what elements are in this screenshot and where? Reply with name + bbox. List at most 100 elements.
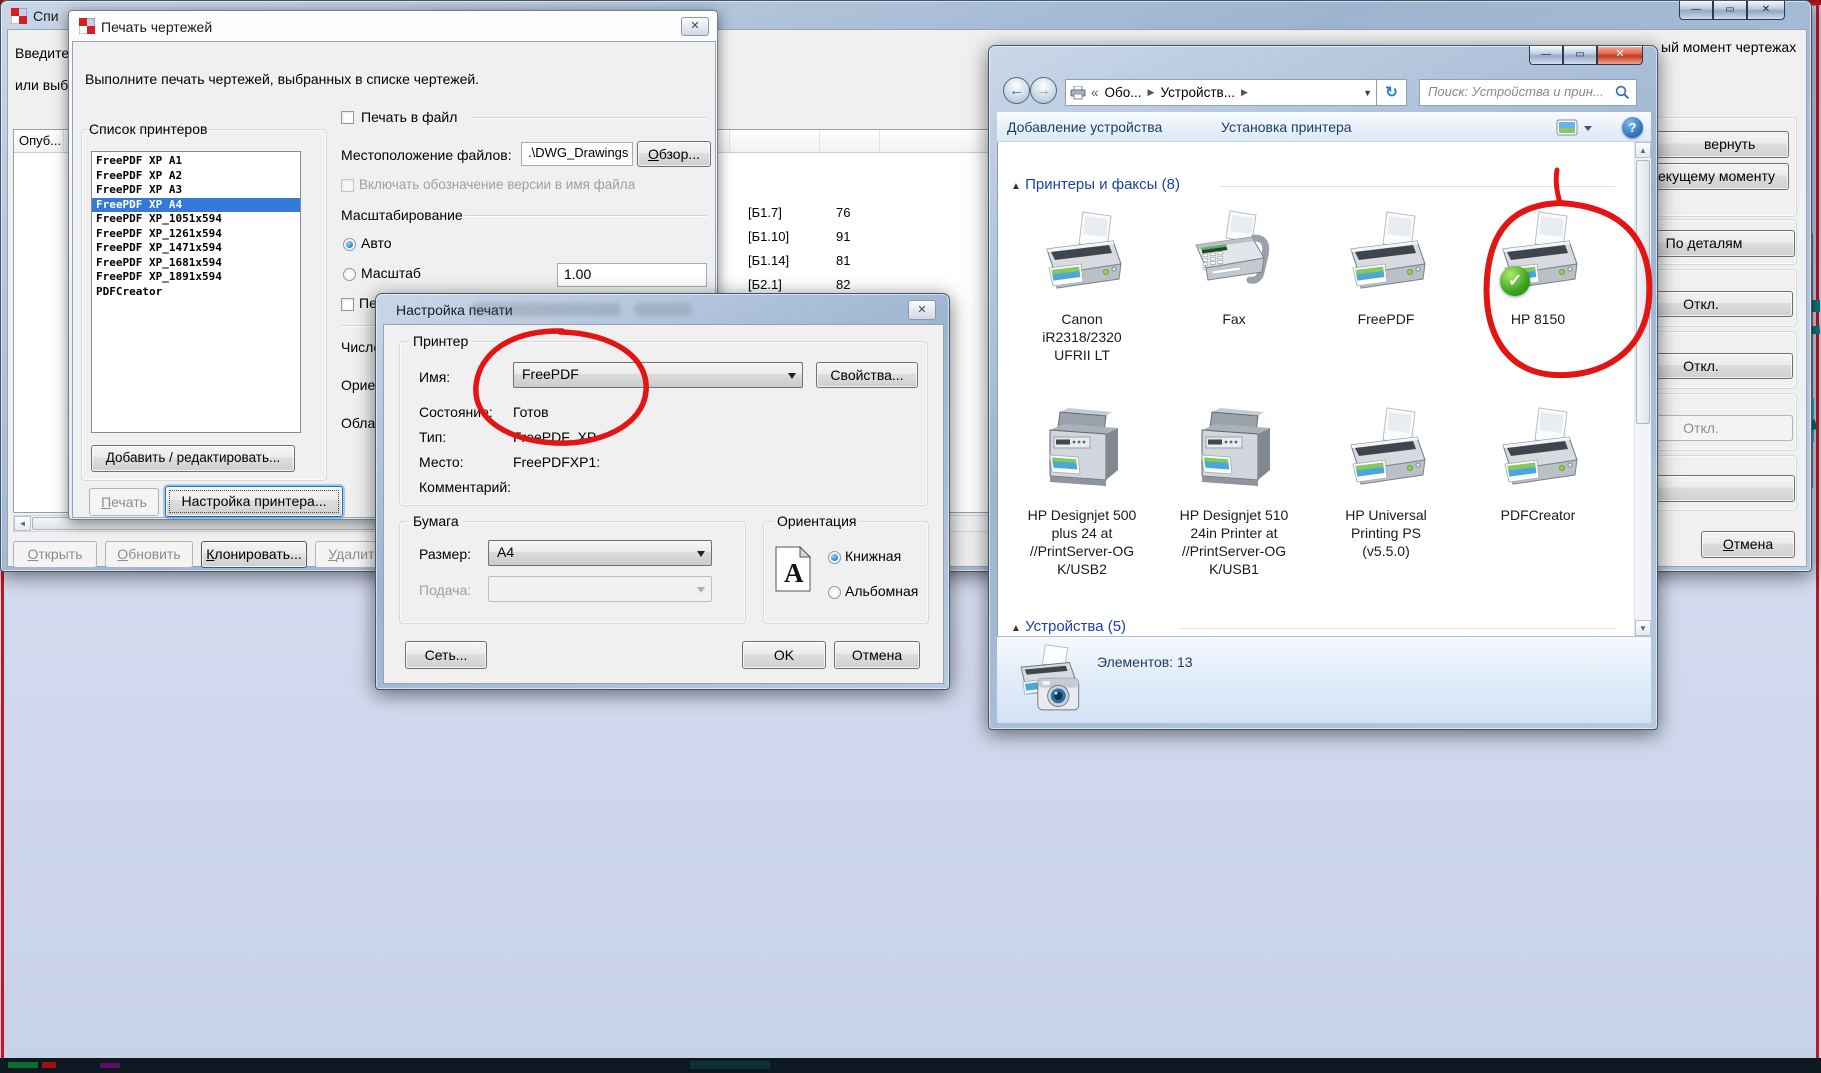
cancel-button[interactable]: Отмена [834,641,920,669]
landscape-label: Альбомная [845,583,918,599]
printer-list-item[interactable]: FreePDF XP A2 [92,169,300,184]
print-to-file-checkbox[interactable] [341,111,354,124]
scroll-down-arrow[interactable]: ▼ [1635,620,1651,636]
maximize-button[interactable]: ▭ [1713,1,1747,20]
printer-list-item[interactable]: FreePDF XP A4 [92,198,300,213]
blurred-text-behind-glass [634,303,692,316]
back-button[interactable]: ← [1003,77,1030,104]
column-header[interactable]: Опуб... [14,130,64,153]
scroll-up-arrow[interactable]: ▲ [1635,142,1651,158]
printer-list-item[interactable]: FreePDF XP A1 [92,154,300,169]
refresh-button[interactable]: Обновить [105,541,193,568]
device-item-hp-universal[interactable]: HP UniversalPrinting PS(v5.5.0) [1310,404,1462,560]
breadcrumb-arrow-icon[interactable]: ▶ [1148,87,1155,98]
forward-button[interactable]: → [1030,77,1057,104]
include-version-checkbox[interactable] [341,179,354,192]
open-button[interactable]: Открыть [13,541,97,568]
paper-size-combobox[interactable]: A4 [488,540,712,566]
breadcrumb[interactable]: « Обо... ▶ Устройств... ▶ ▼ [1065,79,1377,106]
install-printer-button[interactable]: Установка принтера [1221,119,1352,135]
landscape-radio[interactable] [828,586,841,599]
network-button[interactable]: Сеть... [405,641,487,669]
device-label: FreePDF [1310,310,1462,328]
close-icon[interactable]: ✕ [908,300,936,320]
ok-button[interactable]: OK [742,641,826,669]
printer-name-combobox[interactable]: FreePDF [513,362,803,388]
close-button[interactable]: ✕ [1597,46,1643,65]
devices-and-printers-window: — ▭ ✕ ← → « Обо... ▶ Устройств... ▶ ▼ ↻ … [988,45,1658,730]
breadcrumb-item[interactable]: Устройств... [1160,85,1235,100]
printer-icon [1036,208,1128,304]
browse-button[interactable]: Обзор... [637,141,711,167]
scroll-left-arrow[interactable]: ◄ [14,516,31,531]
printer-list-item[interactable]: FreePDF XP_1051x594 [92,212,300,227]
section-rule [1219,186,1615,187]
device-item-canon[interactable]: CanoniR2318/2320UFRII LT [1006,208,1158,364]
printer-name-value: FreePDF [522,366,579,382]
printer-list-item[interactable]: FreePDF XP_1891x594 [92,270,300,285]
print-multiple-checkbox[interactable] [341,298,354,311]
print-button[interactable]: Печать [89,488,159,516]
devices-section-title: Устройства (5) [1025,618,1126,635]
clone-button[interactable]: Клонировать... [201,541,307,568]
section-expanded-icon[interactable]: ▲ [1011,623,1021,634]
chevron-down-icon [697,551,705,561]
device-item-hp-designjet-500[interactable]: HP Designjet 500plus 24 at//PrintServer-… [1006,404,1158,578]
minimize-button[interactable]: — [1679,1,1713,20]
printer-icon [1340,404,1432,500]
printer-list-item[interactable]: PDFCreator [92,285,300,300]
printer-list-item[interactable]: FreePDF XP A3 [92,183,300,198]
breadcrumb-arrow-icon[interactable]: ▶ [1241,87,1248,98]
help-icon[interactable]: ? [1622,117,1643,138]
printer-list-item[interactable]: FreePDF XP_1681x594 [92,256,300,271]
plotter-icon [1036,404,1128,500]
paper-feed-combobox[interactable] [488,576,712,602]
column-header[interactable] [730,130,820,153]
panel-cancel-button[interactable]: Отмена [1701,531,1795,558]
vertical-scrollbar[interactable]: ▲ ▼ [1634,142,1651,636]
device-item-freepdf[interactable]: FreePDF [1310,208,1462,328]
section-expanded-icon[interactable]: ▲ [1011,181,1021,192]
items-count-text: Элементов: 13 [1097,654,1193,670]
portrait-radio[interactable] [828,551,841,564]
printer-icon [1340,208,1432,304]
place-value: FreePDFXP1: [513,454,600,470]
minimize-button[interactable]: — [1529,46,1563,65]
close-button[interactable]: ✕ [1747,1,1785,20]
device-item-pdfcreator[interactable]: PDFCreator [1462,404,1614,524]
refresh-icon[interactable]: ↻ [1377,79,1407,106]
scale-value-input[interactable]: 1.00 [557,263,707,287]
chevron-down-icon [697,587,705,597]
instruction-text: Выполните печать чертежей, выбранных в с… [85,71,479,87]
maximize-button[interactable]: ▭ [1563,46,1597,65]
breadcrumb-dropdown-icon[interactable]: ▼ [1363,88,1372,98]
breadcrumb-item[interactable]: Обо... [1105,85,1142,100]
printer-list-item[interactable]: FreePDF XP_1471x594 [92,241,300,256]
search-input[interactable]: Поиск: Устройства и прин... [1419,79,1637,106]
printer-list-item[interactable]: FreePDF XP_1261x594 [92,227,300,242]
device-item-hp-8150[interactable]: ✓HP 8150 [1462,208,1614,328]
name-label: Имя: [419,369,450,385]
printers-section-header[interactable]: ▲ Принтеры и факсы (8) [1011,176,1180,193]
right-panel-partial-text: ый момент чертежах [1661,39,1796,55]
file-location-field[interactable]: .\DWG_Drawings [521,142,633,166]
status-value: Готов [513,404,549,420]
device-item-fax[interactable]: Fax [1158,208,1310,328]
close-icon[interactable]: ✕ [681,17,709,36]
search-icon[interactable] [1615,85,1630,105]
properties-button[interactable]: Свойства... [816,362,918,388]
printer-listbox[interactable]: FreePDF XP A1FreePDF XP A2FreePDF XP A3F… [91,151,301,433]
add-device-button[interactable]: Добавление устройства [1007,119,1162,135]
device-item-hp-designjet-510[interactable]: HP Designjet 51024in Printer at//PrintSe… [1158,404,1310,578]
column-header[interactable] [820,130,880,153]
auto-radio[interactable] [343,238,356,251]
add-edit-button[interactable]: Добавить / редактировать... [91,445,295,472]
breadcrumb-chevron[interactable]: « [1091,85,1099,100]
scale-radio[interactable] [343,268,356,281]
view-options-icon[interactable] [1554,117,1594,144]
scroll-thumb[interactable] [1636,160,1650,424]
printer-setup-button[interactable]: Настройка принтера... [165,486,343,517]
device-label: CanoniR2318/2320UFRII LT [1006,310,1158,364]
devices-section-header[interactable]: ▲ Устройства (5) [1011,618,1126,635]
location-printer-icon [1070,86,1086,100]
